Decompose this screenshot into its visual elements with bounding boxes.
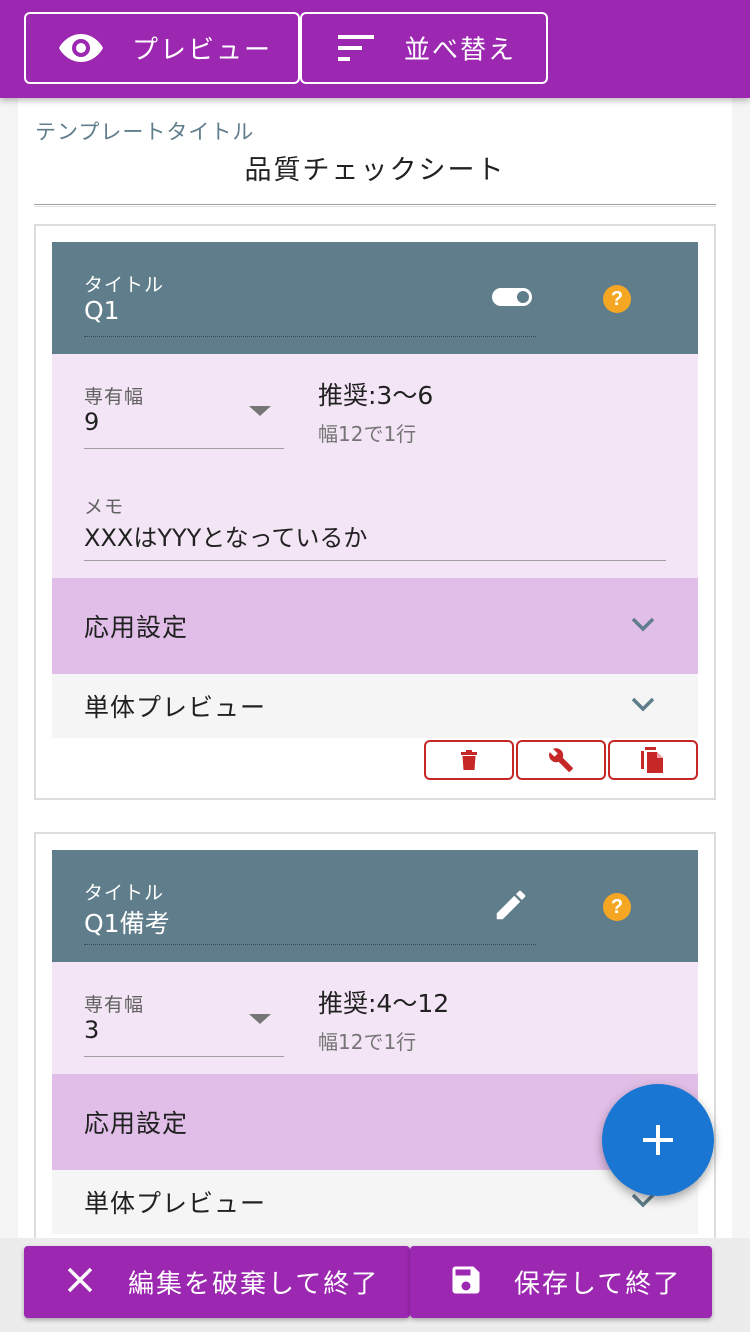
advanced-settings-label: 応用設定: [84, 613, 189, 642]
top-toolbar: プレビュー 並べ替え: [0, 0, 750, 98]
width-field-underline: [84, 448, 284, 449]
memo-field-label: メモ: [84, 496, 125, 518]
width-select-value[interactable]: 3: [84, 1016, 99, 1044]
save-icon: [448, 1262, 484, 1302]
recommended-width: 推奨:3〜6: [318, 381, 434, 410]
toggle-knob: [517, 291, 529, 303]
chevron-down-icon: [630, 616, 656, 636]
advanced-settings-expander[interactable]: 応用設定: [52, 1074, 698, 1170]
title-field-input[interactable]: Q1備考: [84, 904, 170, 940]
template-title-input[interactable]: 品質チェックシート: [18, 148, 732, 187]
discard-label: 編集を破棄して終了: [128, 1269, 380, 1300]
single-preview-expander[interactable]: 単体プレビュー: [52, 674, 698, 738]
title-field-input[interactable]: Q1: [84, 296, 120, 325]
pencil-icon[interactable]: [492, 886, 530, 928]
delete-button[interactable]: [424, 740, 514, 780]
single-preview-expander[interactable]: 単体プレビュー: [52, 1170, 698, 1234]
eye-icon: [58, 32, 104, 64]
save-label: 保存して終了: [514, 1269, 682, 1300]
title-field-label: タイトル: [84, 274, 165, 296]
duplicate-button[interactable]: [608, 740, 698, 780]
template-title-label: テンプレートタイトル: [35, 120, 255, 144]
card-body: 専有幅 9 推奨:3〜6 幅12で1行 メモ XXXはYYYとなっているか: [52, 354, 698, 578]
recommended-width-note: 幅12で1行: [318, 1030, 417, 1054]
width-field-label: 専有幅: [84, 994, 145, 1016]
width-select-value[interactable]: 9: [84, 408, 99, 436]
memo-field-input[interactable]: XXXはYYYとなっているか: [84, 518, 367, 553]
title-field-underline: [84, 336, 536, 337]
close-icon: [66, 1266, 94, 1298]
card-body: 専有幅 3 推奨:4〜12 幅12で1行: [52, 962, 698, 1074]
title-visibility-toggle[interactable]: [492, 288, 532, 306]
help-icon[interactable]: ?: [603, 285, 631, 313]
question-card: タイトル Q1 ? 専有幅 9 推奨:3〜6 幅12で1行 メモ XXXはYYY…: [34, 224, 716, 800]
settings-button[interactable]: [516, 740, 606, 780]
chevron-down-icon: [630, 696, 656, 716]
preview-label: プレビュー: [132, 35, 273, 66]
dropdown-caret-icon[interactable]: [249, 1014, 271, 1024]
recommended-width-note: 幅12で1行: [318, 422, 417, 446]
save-and-exit-button[interactable]: 保存して終了: [410, 1246, 712, 1318]
template-title-underline: [34, 204, 716, 207]
recommended-width: 推奨:4〜12: [318, 989, 450, 1018]
card-header: タイトル Q1 ?: [52, 242, 698, 354]
title-field-label: タイトル: [84, 882, 165, 904]
preview-button[interactable]: プレビュー: [24, 12, 300, 84]
advanced-settings-expander[interactable]: 応用設定: [52, 578, 698, 674]
width-field-label: 専有幅: [84, 386, 145, 408]
help-icon[interactable]: ?: [603, 893, 631, 921]
question-card: タイトル Q1備考 ? 専有幅 3 推奨:4〜12 幅12で1行 応用設定 単体…: [34, 832, 716, 1238]
editor-page: テンプレートタイトル 品質チェックシート タイトル Q1 ? 専有幅 9 推奨:…: [18, 98, 732, 1238]
single-preview-label: 単体プレビュー: [84, 1189, 267, 1218]
sort-icon: [338, 34, 376, 62]
title-field-underline: [84, 944, 536, 945]
card-header: タイトル Q1備考 ?: [52, 850, 698, 962]
memo-field-underline: [84, 560, 666, 561]
sort-button[interactable]: 並べ替え: [300, 12, 548, 84]
bottom-action-bar: 編集を破棄して終了 保存して終了: [0, 1238, 750, 1332]
sort-label: 並べ替え: [404, 35, 517, 66]
add-item-button[interactable]: [602, 1084, 714, 1196]
single-preview-label: 単体プレビュー: [84, 693, 267, 722]
width-field-underline: [84, 1056, 284, 1057]
advanced-settings-label: 応用設定: [84, 1109, 189, 1138]
dropdown-caret-icon[interactable]: [249, 406, 271, 416]
discard-and-exit-button[interactable]: 編集を破棄して終了: [24, 1246, 410, 1318]
